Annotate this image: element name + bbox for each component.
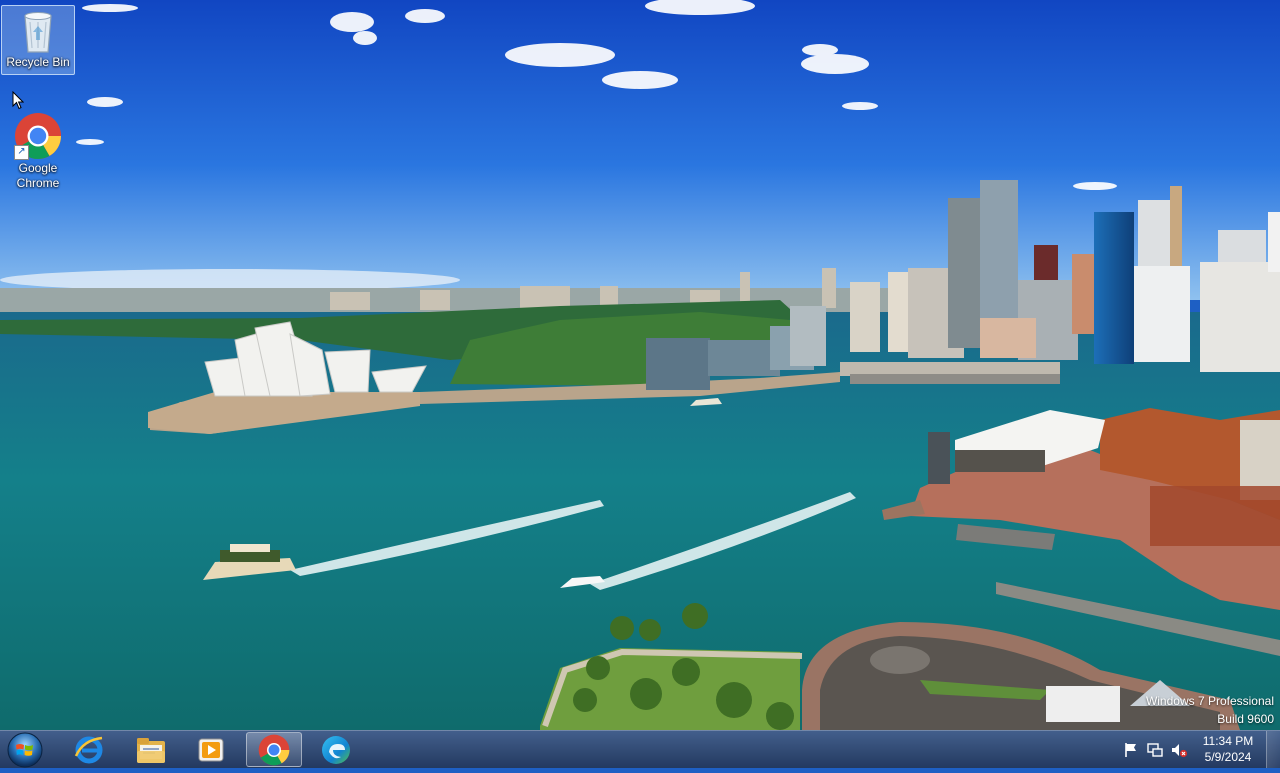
desktop-icon-google-chrome[interactable]: ↗ Google Chrome [1,108,75,196]
sydney-harbour-wallpaper [0,0,1280,730]
taskbar-internet-explorer[interactable] [61,732,117,767]
taskbar: 11:34 PM 5/9/2024 [0,730,1280,768]
desktop-icon-recycle-bin[interactable]: Recycle Bin [1,5,75,75]
clock-time: 11:34 PM [1202,734,1254,748]
chrome-icon: ↗ [14,112,62,160]
start-button[interactable] [4,732,46,768]
internet-explorer-icon [74,736,103,763]
windows-version-watermark: Windows 7 Professional Build 9600 [1146,692,1274,728]
file-explorer-icon [137,737,165,763]
show-desktop-button[interactable] [1266,731,1280,768]
start-orb-icon [7,732,43,768]
taskbar-file-explorer[interactable] [123,732,179,767]
watermark-build: Build 9600 [1217,712,1274,726]
desktop-wallpaper [0,0,1280,730]
volume-muted-icon[interactable] [1170,741,1188,759]
shortcut-arrow-icon: ↗ [14,145,29,160]
network-icon[interactable] [1146,741,1164,759]
desktop-icon-label: Recycle Bin [6,55,70,69]
recycle-bin-icon [18,10,58,54]
mouse-cursor-icon [12,90,25,115]
chrome-icon [258,734,290,765]
edge-icon [322,735,350,764]
media-player-icon [198,738,224,761]
watermark-edition: Windows 7 Professional [1145,694,1274,708]
clock-date: 5/9/2024 [1204,750,1252,764]
action-center-flag-icon[interactable] [1122,741,1140,759]
taskbar-media-player[interactable] [183,732,239,767]
taskbar-microsoft-edge[interactable] [308,732,364,767]
desktop-icon-label: Google Chrome [16,161,60,190]
taskbar-clock[interactable]: 11:34 PM 5/9/2024 [1192,733,1264,765]
taskbar-google-chrome[interactable] [246,732,302,767]
